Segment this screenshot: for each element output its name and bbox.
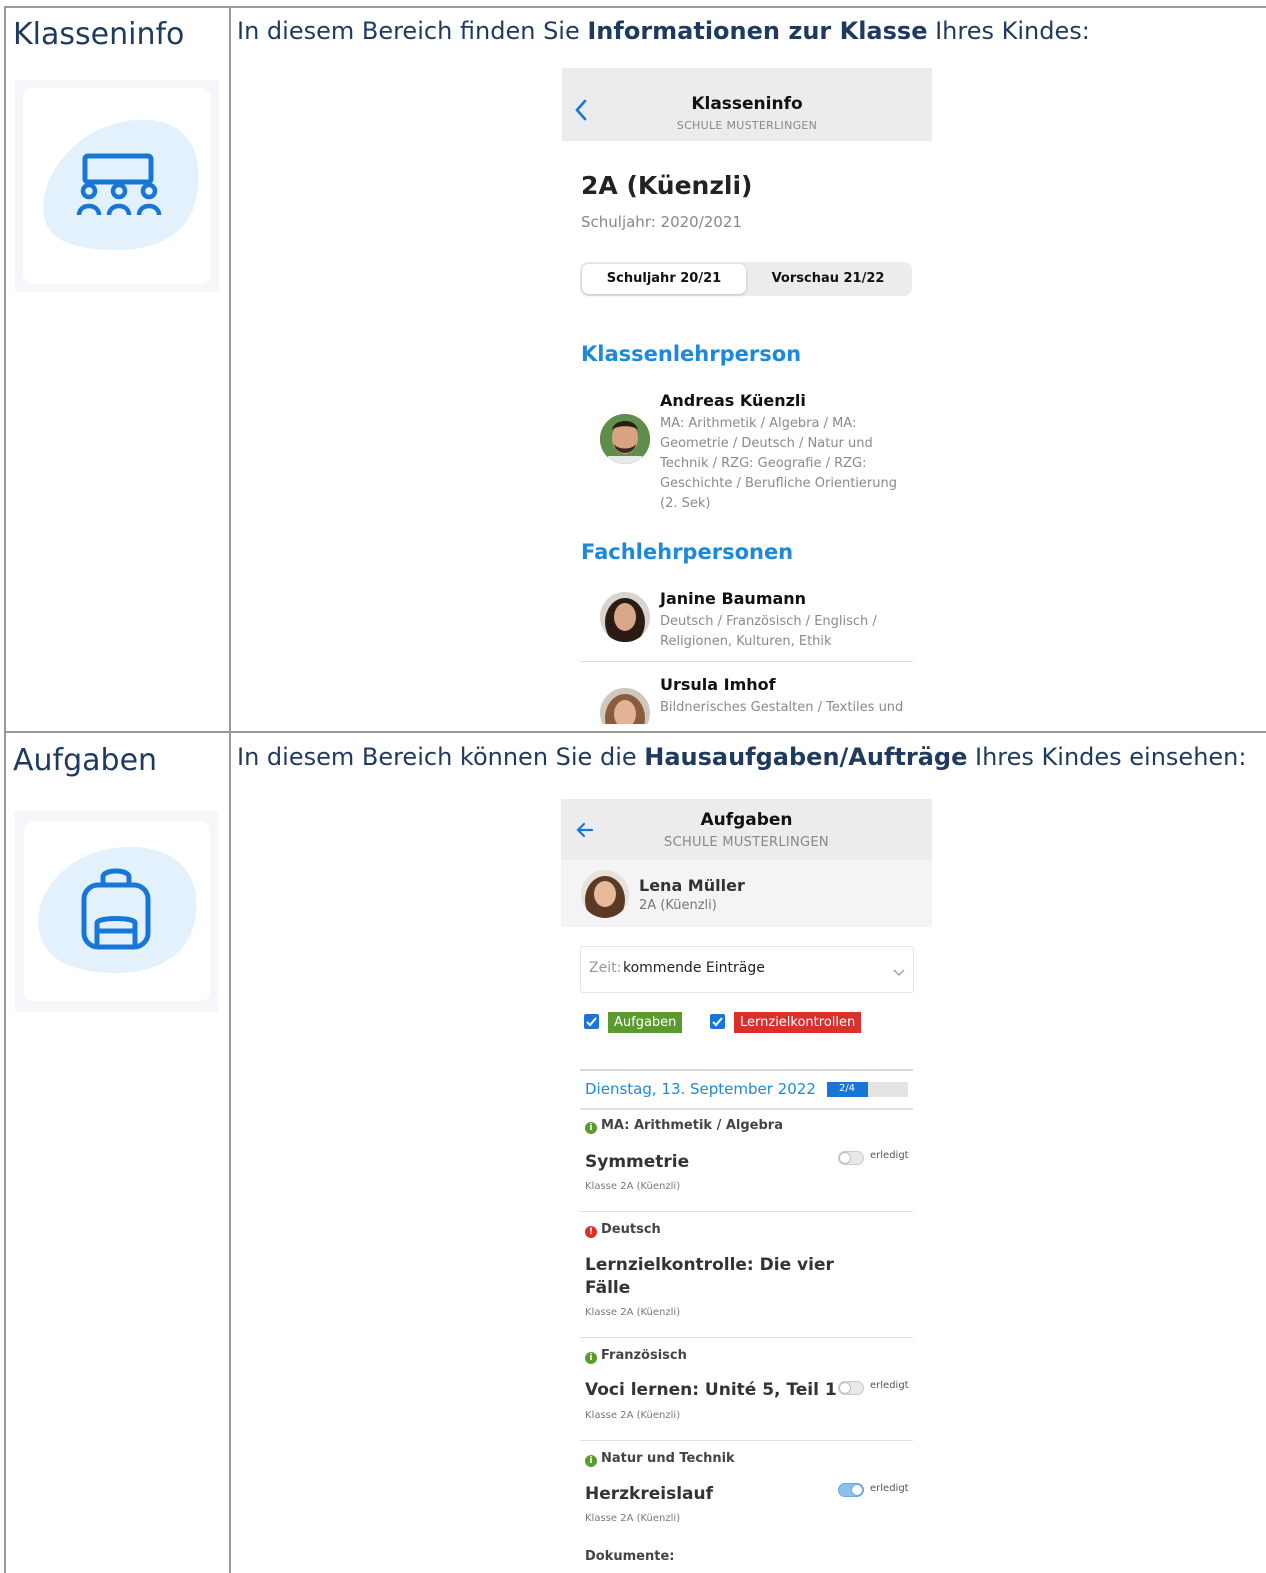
klasseninfo-screen: Klasseninfo SCHULE MUSTERLINGEN 2A (Küen… (562, 68, 932, 724)
separator (581, 661, 913, 662)
list-item[interactable]: i MA: Arithmetik / Algebra Symmetrie Klas… (561, 1111, 932, 1211)
teacher-item[interactable]: Andreas Küenzli MA: Arithmetik / Algebra… (562, 388, 932, 511)
aufgaben-screen: Aufgaben SCHULE MUSTERLINGEN Lena Müller… (561, 799, 932, 1573)
done-label: erledigt (870, 1150, 909, 1161)
table-col-border (229, 6, 231, 1573)
list-item[interactable]: i Französisch Voci lernen: Unité 5, Teil … (561, 1339, 932, 1439)
aufgaben-icon-card (15, 811, 218, 1012)
filter-exams-checkbox[interactable] (710, 1014, 725, 1029)
task-subject: i Natur und Technik (585, 1451, 735, 1467)
tab-schuljahr[interactable]: Schuljahr 20/21 (582, 264, 746, 294)
task-title: Voci lernen: Unité 5, Teil 1 (585, 1380, 837, 1400)
list-item[interactable]: ! Deutsch Lernzielkontrolle: Die vier Fäl… (561, 1213, 932, 1337)
done-label: erledigt (870, 1483, 909, 1494)
classroom-icon (43, 119, 199, 251)
separator (580, 1211, 913, 1212)
backpack-icon (38, 846, 197, 974)
documents-label: Dokumente: (585, 1549, 675, 1564)
task-class: Klasse 2A (Küenzli) (585, 1307, 681, 1318)
progress-bar: 2/4 (827, 1082, 908, 1097)
task-title: Symmetrie (585, 1152, 690, 1172)
avatar (600, 592, 650, 642)
separator (580, 1108, 913, 1110)
class-name: 2A (Küenzli) (581, 171, 753, 200)
table-left-border (4, 6, 6, 1573)
school-year: Schuljahr: 2020/2021 (581, 213, 742, 231)
table-mid-border (4, 731, 1266, 733)
task-class: Klasse 2A (Küenzli) (585, 1181, 681, 1192)
done-toggle[interactable] (838, 1483, 864, 1497)
screen-subtitle: SCHULE MUSTERLINGEN (676, 119, 818, 132)
filter-tasks-badge: Aufgaben (608, 1012, 683, 1033)
progress-text: 2/4 (838, 1083, 856, 1094)
task-subject: i Französisch (585, 1348, 687, 1364)
heading-klassenlehrperson: Klassenlehrperson (581, 342, 802, 366)
teacher-name: Janine Baumann (660, 589, 807, 608)
screen-title: Aufgaben (700, 810, 793, 830)
chevron-down-icon (893, 963, 905, 982)
separator (580, 1440, 913, 1441)
row-title-klasseninfo: Klasseninfo (13, 17, 185, 52)
teacher-name: Andreas Küenzli (660, 391, 806, 410)
student-class: 2A (Küenzli) (639, 898, 717, 913)
time-value: kommende Einträge (623, 960, 765, 976)
avatar (600, 414, 650, 464)
done-toggle[interactable] (838, 1151, 864, 1165)
info-icon: i (585, 1352, 597, 1364)
screen-header: Klasseninfo SCHULE MUSTERLINGEN (562, 68, 932, 141)
task-class: Klasse 2A (Küenzli) (585, 1410, 681, 1421)
screen-title: Klasseninfo (691, 94, 803, 114)
klasseninfo-icon-card (15, 80, 219, 292)
list-item[interactable]: i Natur und Technik Herzkreislauf Klasse … (561, 1442, 932, 1542)
screen-header: Aufgaben SCHULE MUSTERLINGEN (561, 799, 932, 860)
time-label: Zeit: (589, 960, 622, 976)
avatar (600, 688, 650, 724)
task-class: Klasse 2A (Küenzli) (585, 1513, 681, 1524)
intro-aufgaben: In diesem Bereich können Sie die Hausauf… (237, 743, 1247, 771)
teacher-subjects: MA: Arithmetik / Algebra / MA: Geometrie… (660, 416, 897, 511)
task-subject: i MA: Arithmetik / Algebra (585, 1118, 783, 1134)
info-icon: i (585, 1122, 597, 1134)
student-bar[interactable]: Lena Müller 2A (Küenzli) (561, 860, 932, 927)
filter-exams-badge: Lernzielkontrollen (734, 1012, 862, 1033)
separator (580, 1337, 913, 1338)
row-title-aufgaben: Aufgaben (13, 743, 158, 778)
date-heading: Dienstag, 13. September 2022 (585, 1080, 816, 1098)
separator (580, 1069, 913, 1071)
screen-subtitle: SCHULE MUSTERLINGEN (664, 835, 829, 850)
teacher-item[interactable]: Ursula Imhof Bildnerisches Gestalten / T… (562, 672, 932, 724)
teacher-subjects: Bildnerisches Gestalten / Textiles und (660, 700, 904, 715)
teacher-item[interactable]: Janine Baumann Deutsch / Französisch / E… (562, 586, 932, 661)
teacher-subjects: Deutsch / Französisch / Englisch / Relig… (660, 614, 877, 649)
student-name: Lena Müller (639, 876, 745, 895)
avatar (581, 870, 629, 918)
time-select[interactable]: Zeit: kommende Einträge (580, 946, 914, 993)
task-subject: ! Deutsch (585, 1222, 661, 1238)
tab-vorschau[interactable]: Vorschau 21/22 (746, 264, 910, 294)
done-label: erledigt (870, 1380, 909, 1391)
intro-klasseninfo: In diesem Bereich finden Sie Information… (237, 17, 1090, 45)
done-toggle[interactable] (838, 1381, 864, 1395)
teacher-name: Ursula Imhof (660, 675, 776, 694)
task-title: Herzkreislauf (585, 1484, 713, 1504)
filter-tasks-checkbox[interactable] (584, 1014, 599, 1029)
heading-fachlehrpersonen: Fachlehrpersonen (581, 540, 794, 564)
info-icon: i (585, 1455, 597, 1467)
alert-icon: ! (585, 1226, 597, 1238)
table-top-border (4, 6, 1266, 8)
task-title: Lernzielkontrolle: Die vier Fälle (585, 1255, 834, 1298)
year-tabs: Schuljahr 20/21 Vorschau 21/22 (580, 262, 912, 296)
